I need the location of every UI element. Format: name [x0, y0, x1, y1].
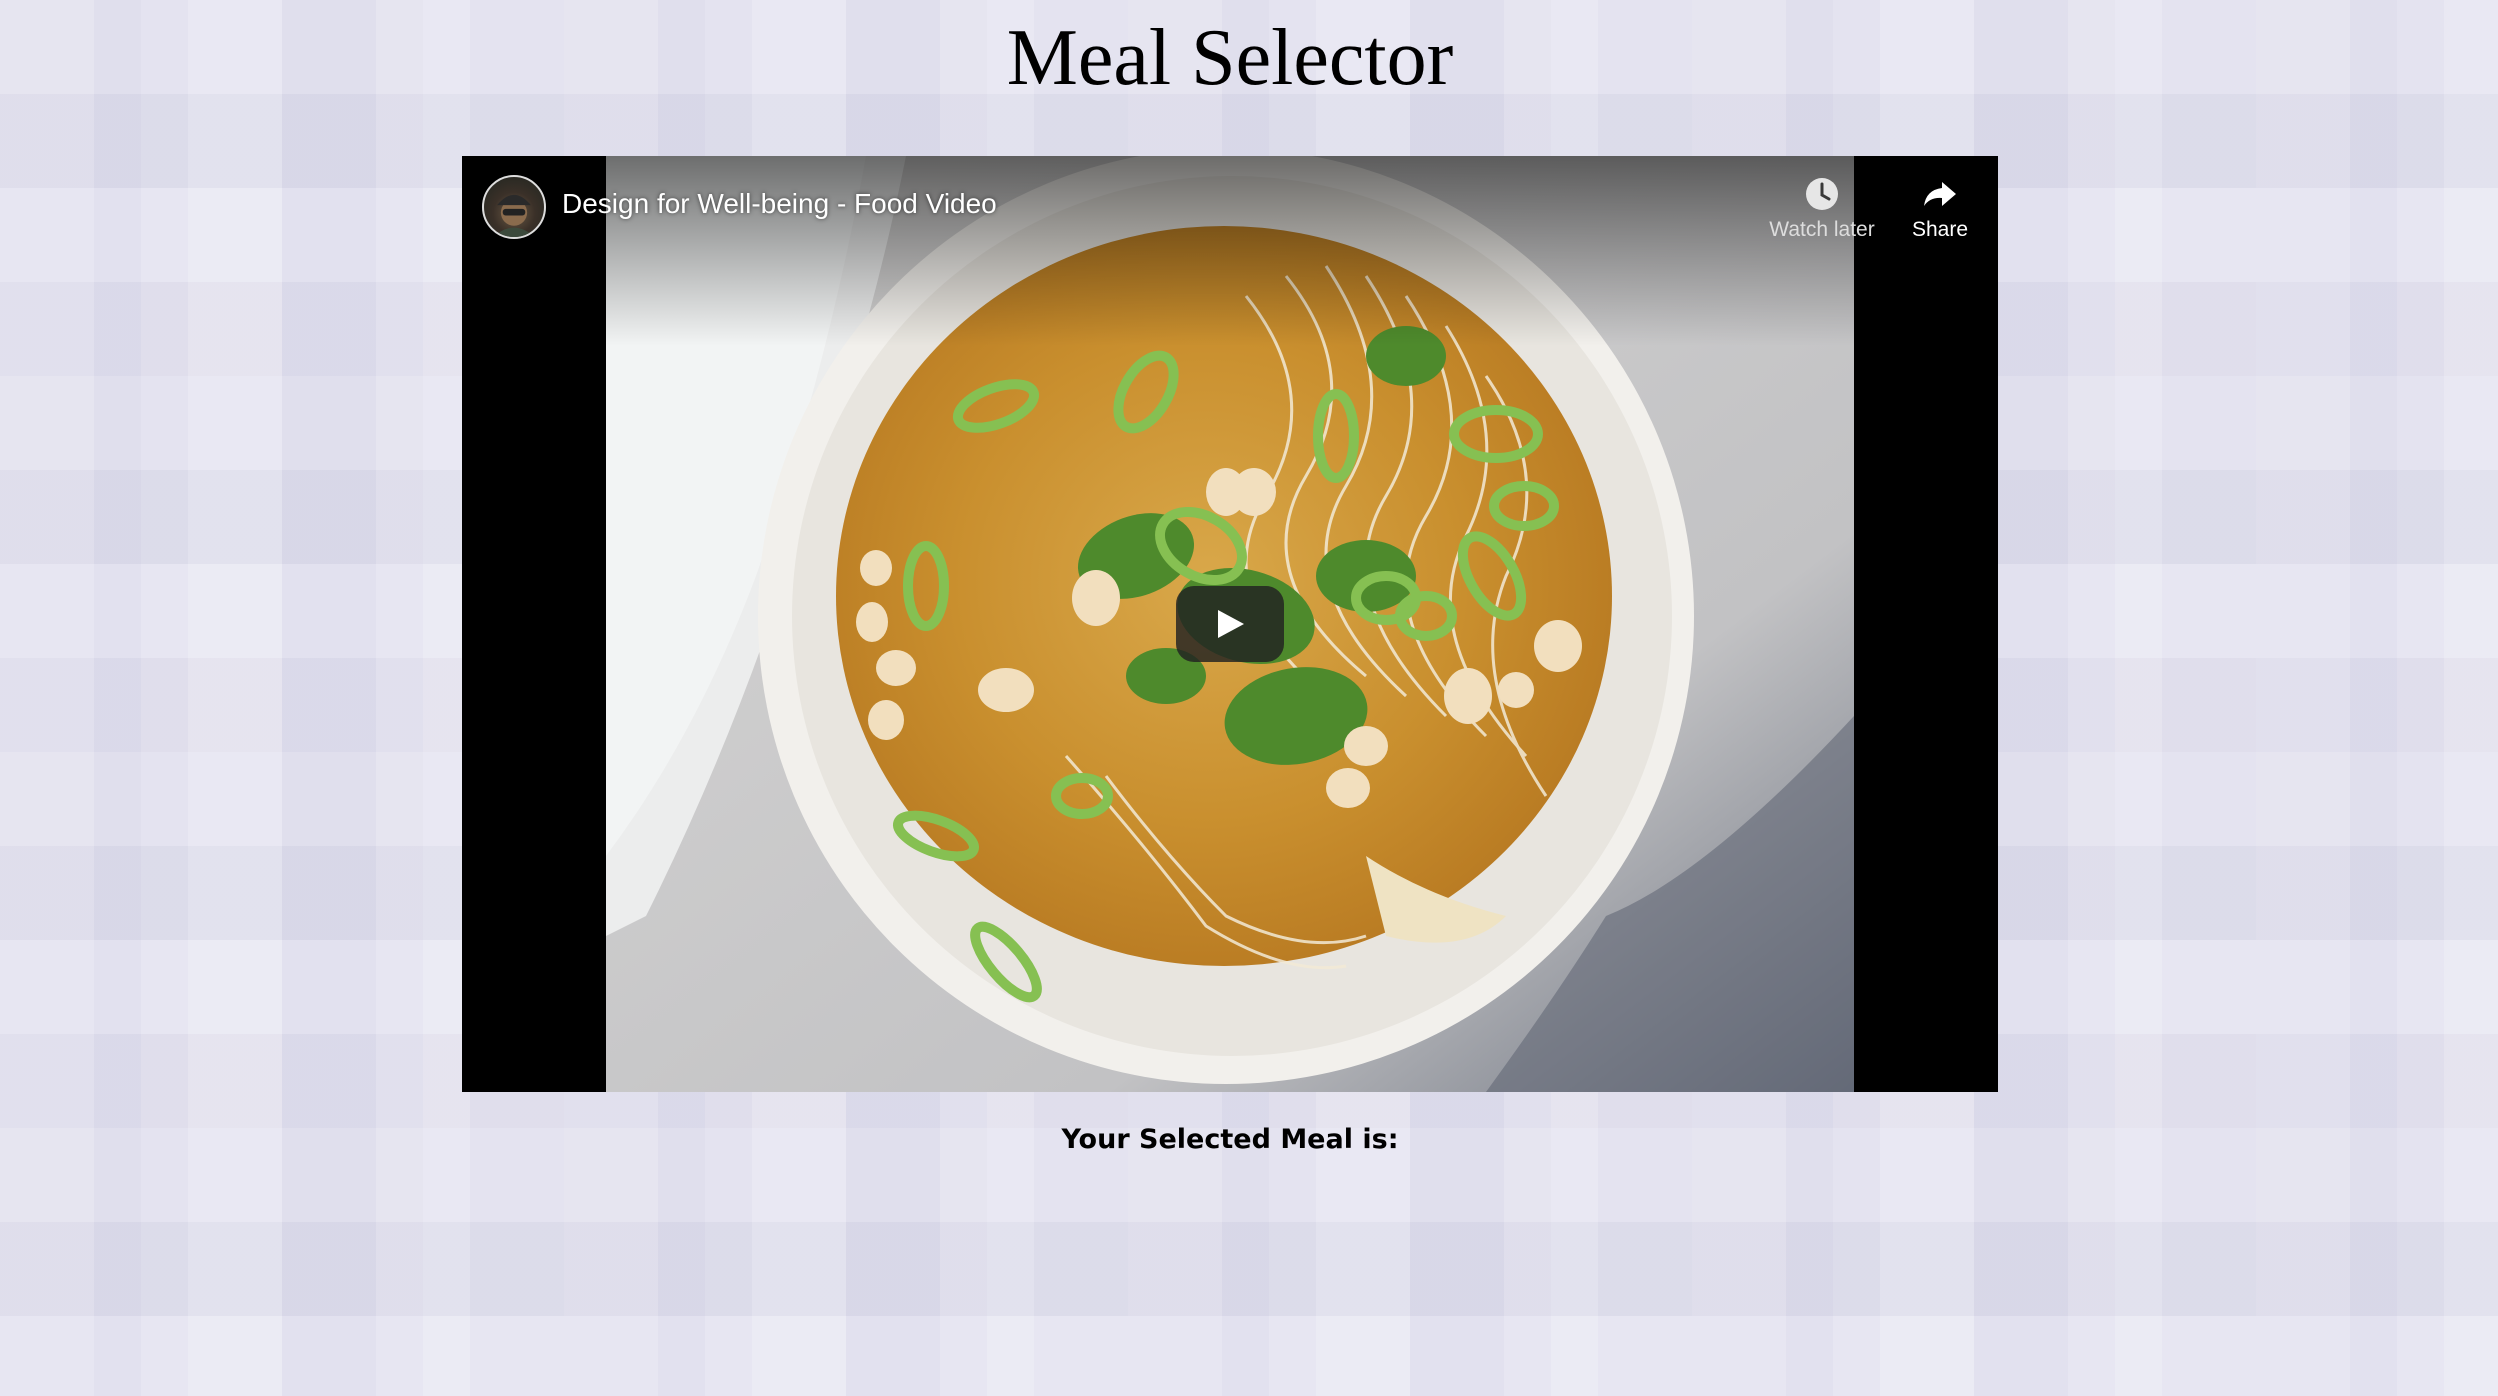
clock-icon — [1806, 178, 1838, 210]
watch-later-button[interactable]: Watch later — [1758, 174, 1886, 242]
video-title-link[interactable]: Design for Well-being - Food Video — [562, 188, 997, 220]
play-button[interactable] — [1176, 586, 1284, 662]
share-label: Share — [1911, 218, 1969, 241]
share-arrow-icon — [1924, 182, 1956, 206]
video-embed[interactable]: Design for Well-being - Food Video Watch… — [462, 156, 1998, 1092]
share-button[interactable]: Share — [1894, 174, 1986, 242]
watch-later-label: Watch later — [1769, 218, 1875, 241]
selected-meal-label: Your Selected Meal is: — [1061, 1124, 1399, 1155]
channel-avatar[interactable] — [482, 175, 546, 239]
page-title: Meal Selector — [1006, 14, 1454, 102]
play-icon — [1218, 610, 1244, 638]
